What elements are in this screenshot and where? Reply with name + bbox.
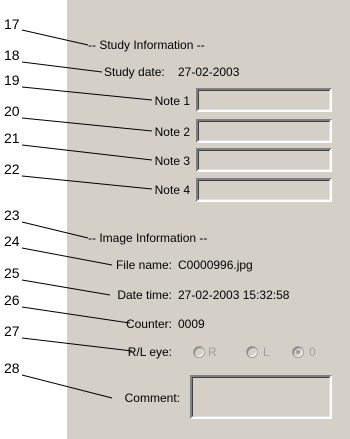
note-2-field[interactable] bbox=[196, 119, 332, 143]
eye-radio-l-label: L bbox=[263, 345, 270, 359]
eye-radio-0-label: 0 bbox=[309, 345, 316, 359]
comment-field[interactable] bbox=[190, 375, 332, 419]
note-3-label: Note 3 bbox=[154, 154, 190, 168]
callout-19: 19 bbox=[4, 72, 20, 88]
callout-18: 18 bbox=[4, 47, 20, 63]
note-4-field[interactable] bbox=[196, 178, 332, 202]
eye-radio-r[interactable] bbox=[193, 346, 205, 358]
file-name-label: File name: bbox=[115, 258, 172, 272]
eye-radio-r-label: R bbox=[208, 345, 217, 359]
note-4-label: Note 4 bbox=[154, 183, 190, 197]
callout-27: 27 bbox=[4, 323, 20, 339]
callout-20: 20 bbox=[4, 103, 20, 119]
date-time-value: 27-02-2003 15:32:58 bbox=[178, 288, 290, 302]
image-info-header: -- Image Information -- bbox=[88, 231, 208, 245]
study-date-value: 27-02-2003 bbox=[178, 65, 240, 79]
counter-label: Counter: bbox=[125, 317, 172, 331]
eye-label: R/L eye: bbox=[127, 345, 172, 359]
note-2-label: Note 2 bbox=[154, 125, 190, 139]
radio-selected-dot bbox=[296, 350, 300, 354]
callout-25: 25 bbox=[4, 265, 20, 281]
callout-17: 17 bbox=[4, 16, 20, 32]
date-time-label: Date time: bbox=[117, 288, 172, 302]
callout-22: 22 bbox=[4, 161, 20, 177]
file-name-value: C0000996.jpg bbox=[178, 258, 253, 272]
note-1-field[interactable] bbox=[196, 88, 332, 112]
study-date-label: Study date: bbox=[104, 65, 165, 79]
eye-radio-0[interactable] bbox=[292, 346, 304, 358]
study-info-header: -- Study Information -- bbox=[88, 38, 205, 52]
note-1-label: Note 1 bbox=[154, 94, 190, 108]
note-3-field[interactable] bbox=[196, 148, 332, 172]
callout-24: 24 bbox=[4, 233, 20, 249]
comment-label: Comment: bbox=[124, 391, 180, 405]
callout-28: 28 bbox=[4, 360, 20, 376]
callout-26: 26 bbox=[4, 292, 20, 308]
counter-value: 0009 bbox=[178, 317, 205, 331]
callout-21: 21 bbox=[4, 130, 20, 146]
callout-23: 23 bbox=[4, 207, 20, 223]
eye-radio-l[interactable] bbox=[246, 346, 258, 358]
